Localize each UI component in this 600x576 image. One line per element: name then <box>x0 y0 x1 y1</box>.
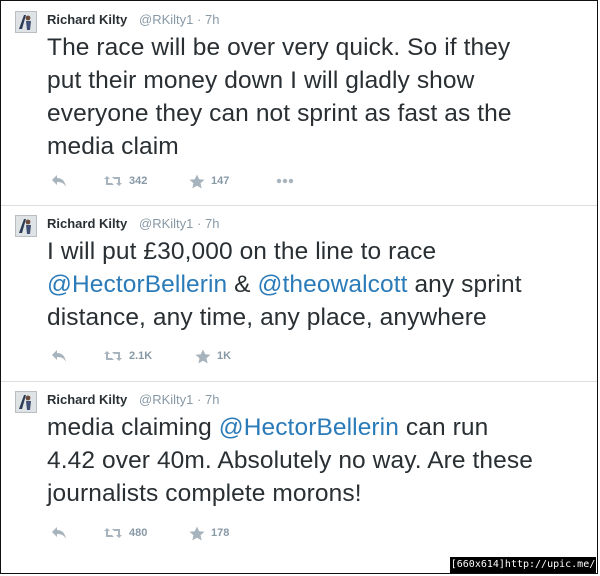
mention-link[interactable]: @HectorBellerin <box>47 271 227 298</box>
favorite-button[interactable]: 1K <box>195 346 231 366</box>
retweet-count: 2.1K <box>129 350 153 362</box>
tweet-line: distance, any time, any place, anywhere <box>47 301 587 334</box>
star-icon <box>195 349 211 363</box>
text-segment: journalists complete morons! <box>47 480 362 507</box>
tweet-line: @HectorBellerin & @theowalcott any sprin… <box>47 268 587 301</box>
author-name[interactable]: Richard Kilty <box>47 392 127 407</box>
watermark: [660x614]http://upic.me/ <box>450 557 596 573</box>
star-icon <box>189 174 205 188</box>
avatar[interactable] <box>15 11 37 33</box>
meta-separator: · <box>197 392 202 407</box>
text-segment: media claiming <box>47 414 219 441</box>
tweet-time[interactable]: 7h <box>205 216 219 231</box>
tweet-line: 4.42 over 40m. Absolutely no way. Are th… <box>47 444 587 477</box>
reply-button[interactable] <box>51 171 67 191</box>
reply-icon <box>52 350 66 362</box>
tweet-meta: @RKilty1 · 7h <box>139 216 219 231</box>
retweet-count: 480 <box>129 527 148 539</box>
text-segment: distance, any time, any place, anywhere <box>47 304 487 331</box>
tweet-text: media claiming @HectorBellerin can run 4… <box>47 411 587 510</box>
reply-icon <box>52 175 66 187</box>
author-handle[interactable]: @RKilty1 <box>139 392 193 407</box>
mention-link[interactable]: @HectorBellerin <box>219 414 399 441</box>
author-name[interactable]: Richard Kilty <box>47 216 127 231</box>
tweet-time[interactable]: 7h <box>205 392 219 407</box>
tweet-text: I will put £30,000 on the line to race @… <box>47 235 587 334</box>
reply-button[interactable] <box>51 346 67 366</box>
text-segment: everyone they can not sprint as fast as … <box>47 100 512 127</box>
author-handle[interactable]: @RKilty1 <box>139 12 193 27</box>
more-button[interactable] <box>276 171 294 191</box>
reply-icon <box>52 527 66 539</box>
text-segment: 4.42 over 40m. Absolutely no way. Are th… <box>47 447 533 474</box>
meta-separator: · <box>197 12 202 27</box>
athlete-avatar-icon <box>16 392 36 412</box>
text-segment: & <box>227 271 258 298</box>
tweet-line: everyone they can not sprint as fast as … <box>47 97 587 130</box>
retweet-button[interactable]: 480 <box>103 523 147 543</box>
tweet-time[interactable]: 7h <box>205 12 219 27</box>
author-handle[interactable]: @RKilty1 <box>139 216 193 231</box>
text-segment: any sprint <box>407 271 522 298</box>
tweet: Richard Kilty @RKilty1 · 7h The race wil… <box>1 1 597 205</box>
favorite-count: 1K <box>217 350 232 362</box>
reply-button[interactable] <box>51 523 67 543</box>
favorite-button[interactable]: 147 <box>189 171 229 191</box>
tweet-line: journalists complete morons! <box>47 477 587 510</box>
retweet-icon <box>104 176 122 186</box>
text-segment: media claim <box>47 133 179 160</box>
retweet-button[interactable]: 342 <box>103 171 147 191</box>
text-segment: The race will be over very quick. So if … <box>47 34 511 61</box>
tweet-meta: @RKilty1 · 7h <box>139 392 219 407</box>
tweet: Richard Kilty @RKilty1 · 7h media claimi… <box>1 381 597 555</box>
favorite-count: 147 <box>211 175 230 187</box>
tweet-line: put their money down I will gladly show <box>47 64 587 97</box>
favorite-count: 178 <box>211 527 230 539</box>
text-segment: put their money down I will gladly show <box>47 67 475 94</box>
avatar[interactable] <box>15 391 37 413</box>
meta-separator: · <box>197 216 202 231</box>
more-icon <box>276 178 294 184</box>
tweet-line: I will put £30,000 on the line to race <box>47 235 587 268</box>
author-name[interactable]: Richard Kilty <box>47 12 127 27</box>
retweet-count: 342 <box>129 175 148 187</box>
tweet-line: media claiming @HectorBellerin can run <box>47 411 587 444</box>
tweet-text: The race will be over very quick. So if … <box>47 31 587 163</box>
text-segment: I will put £30,000 on the line to race <box>47 238 437 265</box>
tweet-line: The race will be over very quick. So if … <box>47 31 587 64</box>
retweet-icon <box>104 528 122 538</box>
tweet: Richard Kilty @RKilty1 · 7h I will put £… <box>1 205 597 381</box>
tweet-meta: @RKilty1 · 7h <box>139 12 219 27</box>
retweet-button[interactable]: 2.1K <box>103 346 152 366</box>
tweet-line: media claim <box>47 130 587 163</box>
star-icon <box>189 526 205 540</box>
mention-link[interactable]: @theowalcott <box>258 271 408 298</box>
retweet-icon <box>104 351 122 361</box>
avatar[interactable] <box>15 215 37 237</box>
text-segment: can run <box>398 414 489 441</box>
athlete-avatar-icon <box>16 216 36 236</box>
athlete-avatar-icon <box>16 12 36 32</box>
favorite-button[interactable]: 178 <box>189 523 229 543</box>
